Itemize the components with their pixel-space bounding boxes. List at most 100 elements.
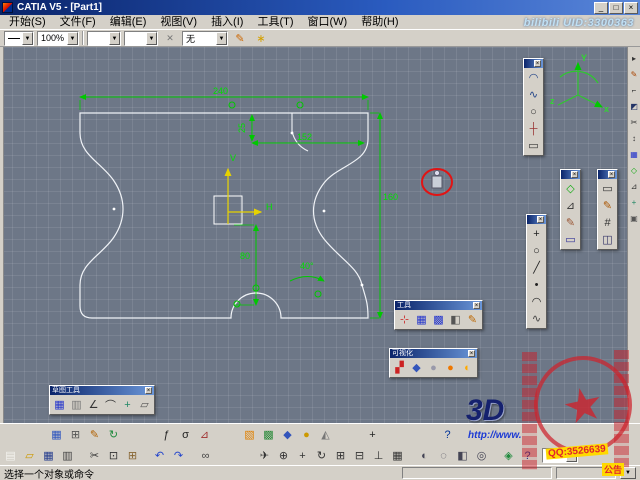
tangent-arc-icon[interactable]: ⌒ (102, 396, 119, 413)
edit-icon[interactable]: ✎ (464, 311, 481, 328)
menu-tools[interactable]: 工具(T) (250, 15, 300, 29)
circle-tool-icon[interactable]: ○ (525, 103, 542, 120)
viewport[interactable]: 240 152 25 160 80 40° H V Y x z ▸ ✎ ⌐ ◩ … (0, 47, 640, 423)
dock-orange-box-icon[interactable]: ▧ (241, 426, 258, 443)
constraint-palette[interactable]: × ◇ ⊿ ✎ ▭ (560, 169, 581, 250)
frame-icon[interactable]: ▭ (562, 231, 579, 248)
menu-start[interactable]: 开始(S) (2, 15, 53, 29)
menu-help[interactable]: 帮助(H) (354, 15, 405, 29)
pen-icon[interactable]: ✎ (629, 69, 640, 80)
dock-update-icon[interactable]: ↻ (105, 426, 122, 443)
chevron-down-icon[interactable]: ▼ (566, 449, 577, 462)
select-icon[interactable]: ▸ (629, 53, 640, 64)
rotate-icon[interactable]: ↻ (313, 447, 330, 464)
tools-palette[interactable]: 工具 × ⊹ ▦ ▩ ◧ ✎ (394, 300, 483, 330)
sketch-profile[interactable] (79, 112, 369, 319)
undo-icon[interactable]: ↶ (151, 447, 168, 464)
paintbrush-button[interactable]: ✎ (231, 30, 249, 46)
dim-angle[interactable]: 40° (300, 261, 314, 271)
menu-view[interactable]: 视图(V) (153, 15, 204, 29)
dock-grid-icon[interactable]: ▦ (48, 426, 65, 443)
help-icon[interactable]: ? (519, 447, 536, 464)
clear-filter-button[interactable]: ✕ (161, 30, 179, 46)
fly-icon[interactable]: ✈ (256, 447, 273, 464)
dock-sphere-icon[interactable]: ● (298, 426, 315, 443)
profile-icon[interactable]: ▱ (136, 396, 153, 413)
dock-prism-icon[interactable]: ◭ (317, 426, 334, 443)
status-combo[interactable]: ▼ (620, 467, 636, 479)
palette-titlebar[interactable]: × (527, 215, 546, 224)
halfshade-icon[interactable]: ◐ (459, 359, 476, 376)
cut-icon[interactable]: ✂ (86, 447, 103, 464)
operation-palette[interactable]: × ▭ ✎ # ◫ (597, 169, 618, 250)
menu-file[interactable]: 文件(F) (53, 15, 103, 29)
add-icon[interactable]: + (629, 197, 640, 208)
visualization-palette[interactable]: 可视化 × ▞ ◆ ● ● ◐ (389, 348, 478, 378)
color-combo[interactable]: ▼ (87, 30, 121, 46)
stretch-icon[interactable]: ↕ (629, 133, 640, 144)
plane-icon[interactable]: ▭ (599, 180, 616, 197)
wireframe-icon[interactable]: ◌ (435, 447, 452, 464)
minimize-button[interactable]: _ (594, 1, 608, 14)
dock-sigma-icon[interactable]: σ (177, 426, 194, 443)
chevron-down-icon[interactable]: ▼ (67, 31, 78, 45)
point-icon[interactable]: • (528, 276, 545, 293)
layer-combo[interactable]: ▼ (124, 30, 158, 46)
dim-middle[interactable]: 80 (240, 251, 250, 261)
cube-icon[interactable]: ◆ (408, 359, 425, 376)
arc-icon[interactable]: ◠ (525, 69, 542, 86)
line-icon[interactable]: ╱ (528, 259, 545, 276)
chevron-down-icon[interactable]: ▼ (146, 31, 157, 45)
palette-titlebar[interactable]: 草图工具 × (50, 386, 154, 395)
snap-point-icon[interactable]: ▥ (68, 396, 85, 413)
copy-icon[interactable]: ⊡ (105, 447, 122, 464)
pan-icon[interactable]: + (294, 447, 311, 464)
dock-help-icon[interactable]: ? (439, 426, 456, 443)
redo-icon[interactable]: ↷ (170, 447, 187, 464)
move-icon[interactable]: + (528, 225, 545, 242)
axis-system-icon[interactable]: ⊹ (396, 311, 413, 328)
palette-titlebar[interactable]: × (524, 59, 543, 68)
sketch-tools-palette[interactable]: 草图工具 × ▦ ▥ ∠ ⌒ + ▱ (49, 385, 155, 415)
zoom-out-icon[interactable]: ⊟ (351, 447, 368, 464)
dim-height[interactable]: 160 (383, 192, 398, 202)
palette-titlebar[interactable]: × (561, 170, 580, 179)
dock-green-box-icon[interactable]: ▩ (260, 426, 277, 443)
pencil-icon[interactable]: ✎ (599, 197, 616, 214)
close-icon[interactable]: × (571, 171, 578, 178)
line-type-combo[interactable]: ▼ (4, 30, 34, 46)
dim-upper[interactable]: 152 (297, 132, 312, 142)
open-icon[interactable]: ▱ (21, 447, 38, 464)
wizard-button[interactable]: ∗ (252, 30, 270, 46)
view-mode-combo[interactable]: ▼ (542, 448, 578, 463)
palette-titlebar[interactable]: 工具 × (395, 301, 482, 310)
dock-fx-icon[interactable]: ƒ (158, 426, 175, 443)
grid-icon[interactable]: ▦ (413, 311, 430, 328)
circle-icon[interactable]: ○ (528, 242, 545, 259)
shade-half-icon[interactable]: ◧ (447, 311, 464, 328)
chevron-down-icon[interactable]: ▼ (22, 31, 33, 45)
shade-icon[interactable]: ◩ (629, 101, 640, 112)
dock-table-icon[interactable]: ⊞ (67, 426, 84, 443)
menu-edit[interactable]: 编辑(E) (103, 15, 154, 29)
box-icon[interactable]: ▣ (629, 213, 640, 224)
axis-icon[interactable]: ┼ (525, 120, 542, 137)
construction-icon[interactable]: + (119, 396, 136, 413)
normal-view-icon[interactable]: ⊥ (370, 447, 387, 464)
dock-pencil-icon[interactable]: ✎ (86, 426, 103, 443)
maximize-button[interactable]: □ (609, 1, 623, 14)
close-icon[interactable]: × (473, 302, 480, 309)
chevron-down-icon[interactable]: ▼ (216, 31, 227, 45)
rect-tool-icon[interactable]: ▭ (525, 137, 542, 154)
close-icon[interactable]: × (145, 387, 152, 394)
close-button[interactable]: × (624, 1, 638, 14)
menu-insert[interactable]: 插入(I) (204, 15, 250, 29)
grid-dots-icon[interactable]: ▩ (430, 311, 447, 328)
grid2-icon[interactable]: ▦ (629, 149, 640, 160)
orange-sphere-icon[interactable]: ● (442, 359, 459, 376)
hide-show-icon[interactable]: ◎ (473, 447, 490, 464)
paste-icon[interactable]: ⊞ (124, 447, 141, 464)
material-icon[interactable]: ◧ (454, 447, 471, 464)
close-icon[interactable]: × (468, 350, 475, 357)
gray-sphere-icon[interactable]: ● (425, 359, 442, 376)
